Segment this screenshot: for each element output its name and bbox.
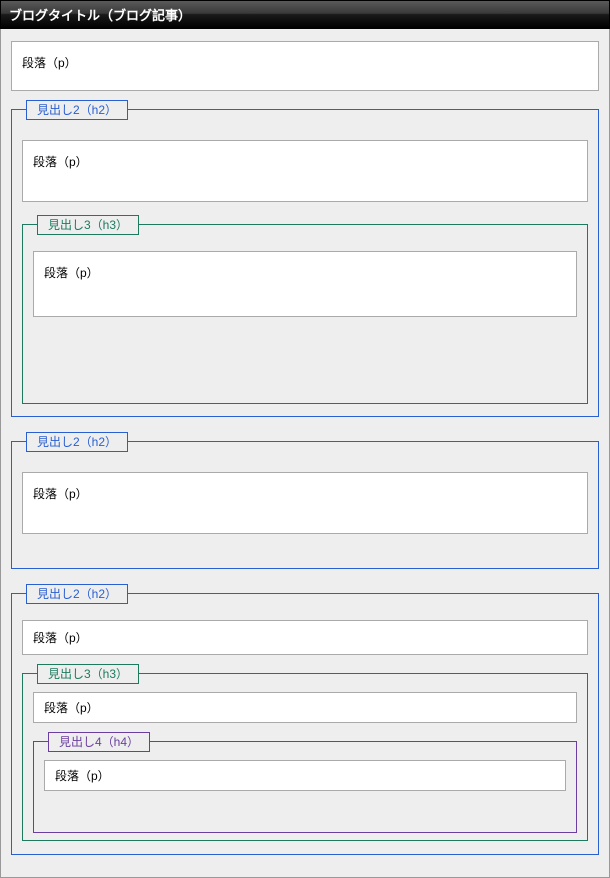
paragraph-label: 段落（p）	[55, 769, 110, 783]
paragraph-label: 段落（p）	[33, 631, 88, 645]
h2-legend-text: 見出し2（h2）	[37, 587, 117, 601]
paragraph-label: 段落（p）	[44, 701, 99, 715]
h3-legend: 見出し3（h3）	[37, 664, 139, 684]
h3-legend-text: 見出し3（h3）	[48, 218, 128, 232]
h2-section: 見出し2（h2） 段落（p） 見出し3（h3） 段落（p） 見出し4（h4） 段…	[11, 593, 599, 855]
page-title-bar: ブログタイトル（ブログ記事）	[0, 0, 610, 29]
paragraph-box: 段落（p）	[44, 760, 566, 791]
h3-section: 見出し3（h3） 段落（p） 見出し4（h4） 段落（p）	[22, 673, 588, 841]
h2-legend: 見出し2（h2）	[26, 100, 128, 120]
h3-legend-text: 見出し3（h3）	[48, 667, 128, 681]
h2-legend: 見出し2（h2）	[26, 584, 128, 604]
paragraph-box: 段落（p）	[33, 692, 577, 723]
h3-section: 見出し3（h3） 段落（p）	[22, 224, 588, 404]
h4-section: 見出し4（h4） 段落（p）	[33, 741, 577, 833]
paragraph-box: 段落（p）	[11, 41, 599, 91]
paragraph-label: 段落（p）	[33, 487, 88, 501]
h2-legend-text: 見出し2（h2）	[37, 103, 117, 117]
paragraph-box: 段落（p）	[22, 472, 588, 534]
paragraph-box: 段落（p）	[33, 251, 577, 317]
h2-section: 見出し2（h2） 段落（p） 見出し3（h3） 段落（p）	[11, 109, 599, 417]
paragraph-label: 段落（p）	[22, 56, 77, 70]
h4-legend-text: 見出し4（h4）	[59, 735, 139, 749]
paragraph-label: 段落（p）	[44, 266, 99, 280]
h2-section: 見出し2（h2） 段落（p）	[11, 441, 599, 569]
page-body: 段落（p） 見出し2（h2） 段落（p） 見出し3（h3） 段落（p） 見出し2…	[0, 29, 610, 878]
h4-legend: 見出し4（h4）	[48, 732, 150, 752]
paragraph-box: 段落（p）	[22, 620, 588, 655]
h3-legend: 見出し3（h3）	[37, 215, 139, 235]
h2-legend-text: 見出し2（h2）	[37, 435, 117, 449]
h2-legend: 見出し2（h2）	[26, 432, 128, 452]
paragraph-box: 段落（p）	[22, 140, 588, 202]
page-title-text: ブログタイトル（ブログ記事）	[9, 8, 191, 23]
paragraph-label: 段落（p）	[33, 155, 88, 169]
